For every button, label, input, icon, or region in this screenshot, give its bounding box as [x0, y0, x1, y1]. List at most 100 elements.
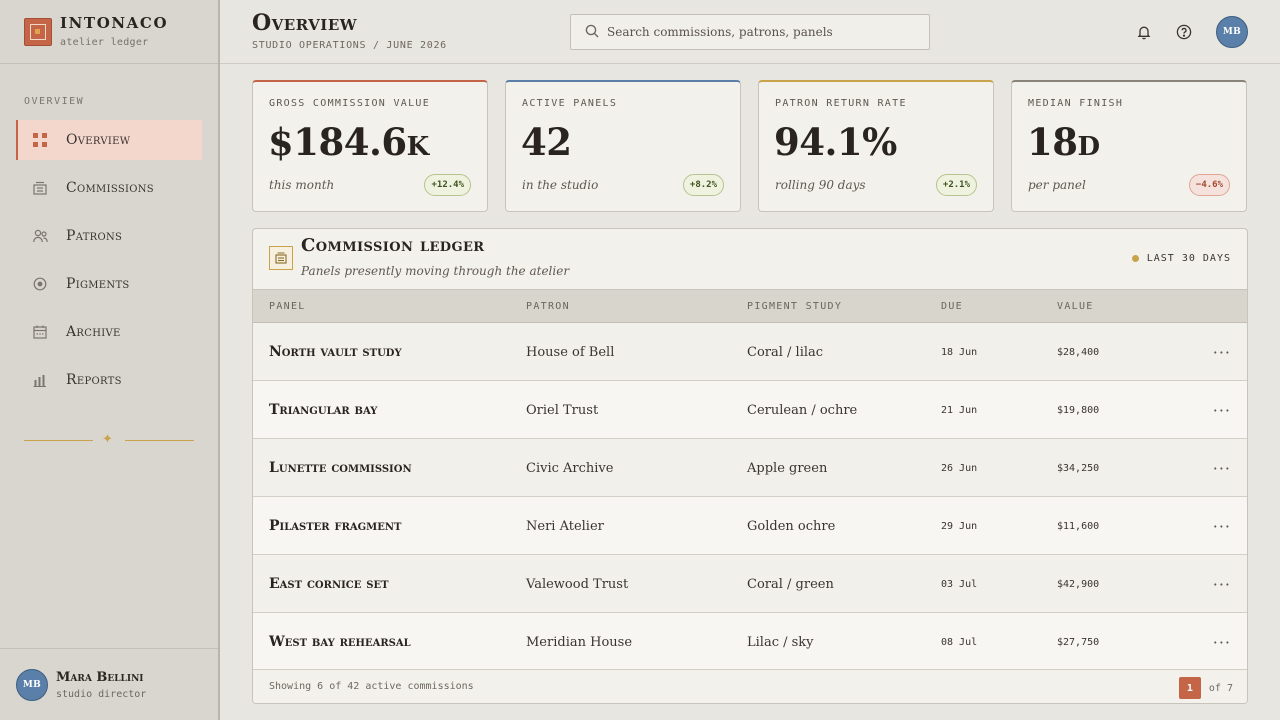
date-range-label: LAST 30 DAYS	[1146, 253, 1231, 264]
kpi-delta-badge: +12.4%	[424, 174, 471, 196]
avatar: MB	[16, 669, 48, 701]
row-count-text: Showing 6 of 42 active commissions	[269, 681, 474, 692]
table-row[interactable]: Pilaster fragment Neri Atelier Golden oc…	[253, 497, 1247, 555]
sidebar-item-label: Archive	[66, 324, 121, 340]
cell-panel: Triangular bay	[269, 402, 378, 418]
grid-icon	[32, 132, 48, 148]
cell-pigment: Coral / lilac	[747, 344, 824, 360]
kpi-note: in the studio	[522, 178, 599, 192]
cell-pigment: Apple green	[747, 460, 828, 476]
commission-ledger: Commission ledger Panels presently movin…	[252, 228, 1248, 704]
kpi-card-median-finish: MEDIAN FINISH 18d per panel −4.6%	[1011, 80, 1247, 212]
search-bar[interactable]	[570, 14, 930, 50]
table-footer: Showing 6 of 42 active commissions 1 of …	[253, 669, 1247, 703]
star-icon: ✦	[102, 432, 113, 447]
help-icon[interactable]	[1176, 24, 1192, 40]
column-header-value[interactable]: VALUE	[1057, 301, 1094, 312]
page-title: Overview	[252, 10, 358, 36]
cell-value: $11,600	[1057, 520, 1100, 532]
search-input[interactable]	[607, 25, 907, 39]
kpi-value: $184.6k	[268, 120, 429, 164]
breadcrumb: STUDIO OPERATIONS / JUNE 2026	[252, 40, 447, 51]
table-row[interactable]: North vault study House of Bell Coral / …	[253, 323, 1247, 381]
cell-pigment: Lilac / sky	[747, 634, 814, 650]
ledger-subtitle: Panels presently moving through the atel…	[301, 264, 570, 278]
cell-value: $34,250	[1057, 462, 1100, 474]
bar-chart-icon	[32, 372, 48, 388]
kpi-note: per panel	[1028, 178, 1086, 192]
cell-pigment: Golden ochre	[747, 518, 836, 534]
sidebar-item-archive[interactable]: Archive	[16, 312, 202, 352]
table-row[interactable]: Triangular bay Oriel Trust Cerulean / oc…	[253, 381, 1247, 439]
more-options-icon[interactable]: ···	[1213, 497, 1231, 555]
header-divider	[220, 63, 1280, 64]
ornament-divider: ✦	[24, 432, 194, 448]
sidebar-item-label: Overview	[66, 132, 131, 148]
more-options-icon[interactable]: ···	[1213, 323, 1231, 381]
column-header-due[interactable]: DUE	[941, 301, 963, 312]
cell-value: $42,900	[1057, 578, 1100, 590]
kpi-delta-badge: +8.2%	[682, 174, 724, 196]
ledger-title: Commission ledger	[301, 235, 485, 256]
cell-due: 26 Jun	[941, 462, 978, 474]
cell-patron: Oriel Trust	[526, 402, 599, 418]
brand[interactable]: INTONACO atelier ledger	[24, 16, 168, 48]
sidebar-item-label: Pigments	[66, 276, 130, 292]
kpi-card-active-panels: ACTIVE PANELS 42 in the studio +8.2%	[505, 80, 741, 212]
cell-value: $19,800	[1057, 404, 1100, 416]
calendar-icon	[32, 324, 48, 340]
table-row[interactable]: Lunette commission Civic Archive Apple g…	[253, 439, 1247, 497]
cell-due: 21 Jun	[941, 404, 978, 416]
header-avatar[interactable]: MB	[1216, 16, 1248, 48]
kpi-value: 42	[521, 120, 572, 164]
user-profile[interactable]: MB Mara Bellini studio director	[16, 669, 146, 701]
user-role: studio director	[56, 688, 147, 700]
sidebar: INTONACO atelier ledger OVERVIEW Overvie…	[0, 0, 220, 720]
target-icon	[32, 276, 48, 292]
table-row[interactable]: West bay rehearsal Meridian House Lilac …	[253, 613, 1247, 671]
nav-section-label: OVERVIEW	[24, 96, 85, 107]
cell-panel: West bay rehearsal	[269, 634, 411, 650]
sidebar-item-reports[interactable]: Reports	[16, 360, 202, 400]
sidebar-item-commissions[interactable]: Commissions	[16, 168, 202, 208]
sidebar-item-label: Reports	[66, 372, 122, 388]
bell-icon[interactable]	[1136, 24, 1152, 40]
user-name: Mara Bellini	[56, 669, 144, 685]
more-options-icon[interactable]: ···	[1213, 555, 1231, 613]
cell-patron: Meridian House	[526, 634, 633, 650]
sidebar-divider	[0, 63, 218, 64]
table-row[interactable]: East cornice set Valewood Trust Coral / …	[253, 555, 1247, 613]
cell-panel: Pilaster fragment	[269, 518, 402, 534]
status-dot-icon	[1131, 255, 1139, 262]
pagination: 1 of 7	[1178, 677, 1233, 699]
date-range-filter[interactable]: LAST 30 DAYS	[1131, 253, 1231, 264]
more-options-icon[interactable]: ···	[1213, 381, 1231, 439]
more-options-icon[interactable]: ···	[1213, 439, 1231, 497]
sidebar-item-label: Patrons	[66, 228, 123, 244]
current-page-button[interactable]: 1	[1178, 677, 1201, 699]
cell-due: 18 Jun	[941, 346, 978, 358]
column-header-pigment[interactable]: PIGMENT STUDY	[747, 301, 842, 312]
brand-name: INTONACO	[60, 14, 169, 32]
kpi-label: GROSS COMMISSION VALUE	[269, 98, 431, 109]
sidebar-item-patrons[interactable]: Patrons	[16, 216, 202, 256]
column-header-panel[interactable]: PANEL	[269, 301, 306, 312]
cell-value: $28,400	[1057, 346, 1100, 358]
more-options-icon[interactable]: ···	[1213, 613, 1231, 671]
search-icon	[585, 23, 599, 42]
ledger-icon	[269, 246, 293, 270]
cell-due: 29 Jun	[941, 520, 978, 532]
cell-due: 08 Jul	[941, 636, 978, 648]
building-icon	[32, 180, 48, 196]
table-body: North vault study House of Bell Coral / …	[253, 323, 1247, 671]
kpi-label: MEDIAN FINISH	[1028, 98, 1124, 109]
cell-due: 03 Jul	[941, 578, 978, 590]
cell-patron: House of Bell	[526, 344, 615, 360]
cell-patron: Valewood Trust	[526, 576, 629, 592]
sidebar-item-overview[interactable]: Overview	[16, 120, 202, 160]
kpi-delta-badge: +2.1%	[935, 174, 977, 196]
sidebar-item-pigments[interactable]: Pigments	[16, 264, 202, 304]
brand-subtitle: atelier ledger	[60, 37, 149, 48]
column-header-patron[interactable]: PATRON	[526, 301, 570, 312]
cell-pigment: Coral / green	[747, 576, 834, 592]
